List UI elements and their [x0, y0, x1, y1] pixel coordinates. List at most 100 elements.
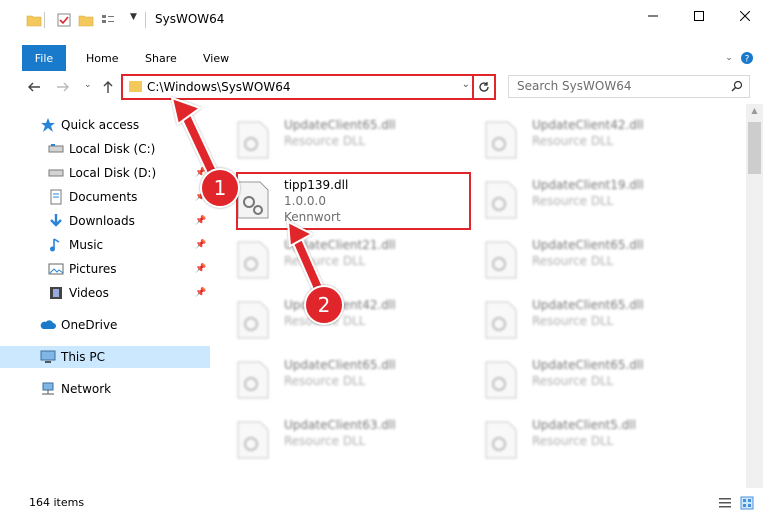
sidebar-item-label: Music	[69, 238, 104, 252]
sidebar-item-network[interactable]: Network	[0, 378, 210, 400]
pin-icon[interactable]: 📌	[195, 288, 206, 298]
scrollbar-thumb[interactable]	[748, 122, 761, 174]
chevron-down-icon[interactable]: ⌄	[462, 79, 470, 90]
file-name: UpdateClient65.dll	[284, 118, 396, 132]
sidebar-item-label: OneDrive	[61, 318, 118, 332]
sidebar-item-documents[interactable]: Documents 📌	[0, 186, 210, 208]
network-icon	[42, 382, 54, 395]
tab-share[interactable]: Share	[145, 52, 177, 65]
computer-icon	[40, 350, 56, 363]
item-count: 164 items	[29, 496, 85, 509]
dll-file-icon	[485, 421, 517, 459]
maximize-button[interactable]	[676, 0, 722, 32]
navigation-pane: Quick access Local Disk (C:) Local Disk …	[0, 108, 210, 488]
close-icon	[740, 11, 750, 21]
download-icon	[50, 214, 62, 227]
cloud-icon	[40, 320, 56, 329]
sidebar-item-onedrive[interactable]: OneDrive	[0, 314, 210, 336]
sidebar-item-label: Local Disk (D:)	[69, 166, 157, 180]
address-path[interactable]: C:\Windows\SysWOW64	[147, 80, 291, 94]
file-description: Resource DLL	[532, 434, 614, 448]
pin-icon[interactable]: 📌	[195, 240, 206, 250]
file-name: UpdateClient21.dll	[284, 238, 396, 252]
address-bar[interactable]: C:\Windows\SysWOW64 ⌄	[121, 74, 496, 100]
sidebar-item-local-disk-c[interactable]: Local Disk (C:)	[0, 138, 210, 160]
file-explorer-window: ▼ SysWOW64 File Home Share View ⌄ ? ⌄ C:…	[0, 0, 769, 522]
pin-icon[interactable]: 📌	[195, 264, 206, 274]
pictures-icon	[48, 263, 64, 275]
refresh-icon	[479, 82, 489, 92]
scroll-up-icon[interactable]: ▲	[748, 106, 761, 115]
customize-toolbar-icon[interactable]	[100, 12, 116, 28]
sidebar-item-pictures[interactable]: Pictures 📌	[0, 258, 210, 280]
tab-home[interactable]: Home	[86, 52, 118, 65]
tab-file[interactable]: File	[22, 45, 66, 71]
sidebar-item-music[interactable]: Music 📌	[0, 234, 210, 256]
help-button[interactable]: ?	[740, 51, 754, 65]
sidebar-item-label: This PC	[61, 350, 105, 364]
chevron-down-icon[interactable]: ▼	[130, 12, 137, 22]
sidebar-item-this-pc[interactable]: This PC	[0, 346, 210, 368]
minimize-icon	[648, 15, 658, 17]
file-description: Resource DLL	[532, 194, 614, 208]
sidebar-item-label: Videos	[69, 286, 109, 300]
properties-icon[interactable]	[56, 12, 72, 28]
star-icon	[41, 118, 55, 132]
sidebar-item-downloads[interactable]: Downloads 📌	[0, 210, 210, 232]
forward-button[interactable]	[56, 80, 70, 98]
sidebar-item-local-disk-d[interactable]: Local Disk (D:) 📌	[0, 162, 210, 184]
file-item[interactable]: UpdateClient65.dll Resource DLL	[212, 108, 452, 164]
file-description: Resource DLL	[284, 434, 366, 448]
file-description: Resource DLL	[532, 314, 614, 328]
large-icons-view-icon[interactable]	[740, 496, 754, 510]
documents-icon	[50, 189, 62, 205]
file-name: UpdateClient63.dll	[284, 418, 396, 432]
file-name: UpdateClient42.dll	[532, 118, 644, 132]
refresh-button[interactable]	[472, 74, 494, 100]
file-item[interactable]: UpdateClient63.dll Resource DLL	[212, 408, 452, 464]
dll-file-icon	[237, 121, 269, 159]
tab-view[interactable]: View	[203, 52, 229, 65]
file-item[interactable]: UpdateClient42.dll Resource DLL	[460, 108, 700, 164]
window-title: SysWOW64	[155, 12, 225, 26]
drive-icon	[48, 169, 64, 177]
arrow-left-icon	[28, 82, 40, 92]
dll-file-icon	[485, 181, 517, 219]
status-bar: 164 items	[0, 490, 769, 522]
file-name: UpdateClient65.dll	[532, 358, 644, 372]
sidebar-item-videos[interactable]: Videos 📌	[0, 282, 210, 304]
sidebar-item-label: Network	[61, 382, 112, 396]
file-description: Resource DLL	[284, 134, 366, 148]
back-button[interactable]	[27, 80, 41, 98]
sidebar-item-quick-access[interactable]: Quick access	[0, 114, 210, 136]
file-item[interactable]: UpdateClient65.dll Resource DLL	[460, 228, 700, 284]
file-description: Resource DLL	[532, 254, 614, 268]
folder-icon	[129, 81, 142, 92]
dll-file-icon	[237, 421, 269, 459]
expand-ribbon-icon[interactable]: ⌄	[722, 51, 736, 65]
details-view-icon[interactable]	[718, 496, 732, 510]
pin-icon[interactable]: 📌	[195, 216, 206, 226]
dll-file-icon	[237, 241, 269, 279]
dll-file-icon	[237, 361, 269, 399]
file-item[interactable]: UpdateClient65.dll Resource DLL	[460, 288, 700, 344]
file-item[interactable]: UpdateClient65.dll Resource DLL	[212, 348, 452, 404]
file-item[interactable]: UpdateClient5.dll Resource DLL	[460, 408, 700, 464]
new-folder-icon[interactable]	[78, 12, 94, 28]
search-input[interactable]: Search SysWOW64	[517, 79, 631, 93]
search-box[interactable]: Search SysWOW64	[508, 75, 750, 98]
file-item[interactable]: UpdateClient21.dll Resource DLL	[212, 228, 452, 284]
file-description: Resource DLL	[284, 374, 366, 388]
close-button[interactable]	[722, 0, 768, 32]
up-button[interactable]	[101, 80, 115, 98]
ribbon: File Home Share View ⌄ ?	[0, 45, 769, 72]
sidebar-item-label: Downloads	[69, 214, 135, 228]
file-item[interactable]: UpdateClient19.dll Resource DLL	[460, 168, 700, 224]
minimize-button[interactable]	[630, 0, 676, 32]
search-icon	[731, 80, 743, 92]
recent-locations-button[interactable]: ⌄	[84, 80, 92, 90]
sidebar-item-label: Pictures	[69, 262, 117, 276]
file-name: UpdateClient65.dll	[532, 298, 644, 312]
file-item[interactable]: UpdateClient65.dll Resource DLL	[460, 348, 700, 404]
file-description: Resource DLL	[532, 134, 614, 148]
